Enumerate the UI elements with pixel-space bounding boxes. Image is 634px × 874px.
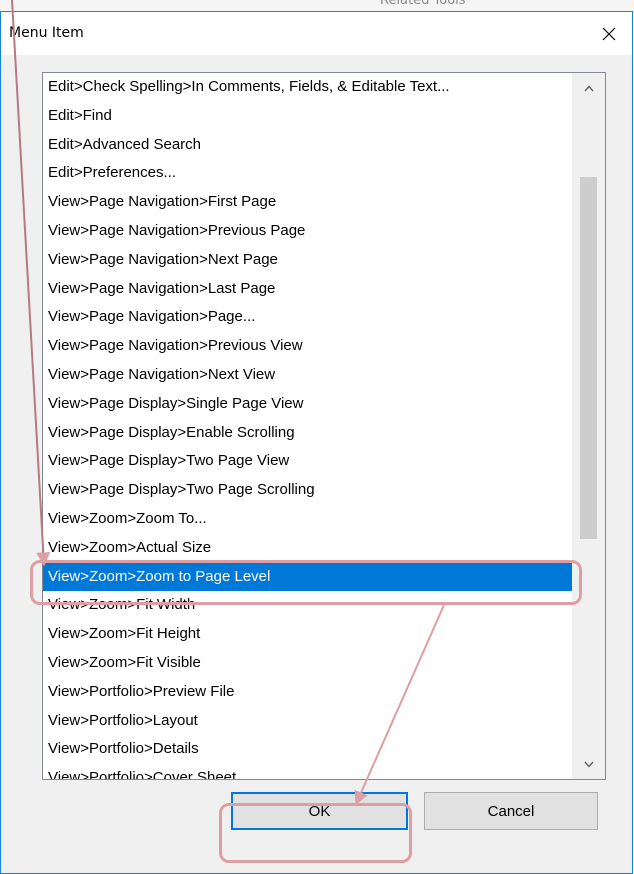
list-item[interactable]: View>Portfolio>Preview File: [43, 678, 573, 707]
list-item[interactable]: View>Page Navigation>Next View: [43, 361, 573, 390]
list-item[interactable]: View>Portfolio>Cover Sheet: [43, 764, 573, 779]
list-item[interactable]: View>Page Navigation>Previous View: [43, 332, 573, 361]
close-icon: [602, 27, 616, 40]
scroll-up-button[interactable]: [572, 73, 605, 103]
list-item[interactable]: View>Portfolio>Layout: [43, 707, 573, 736]
list-item[interactable]: View>Zoom>Fit Height: [43, 620, 573, 649]
list-item[interactable]: View>Page Navigation>Next Page: [43, 246, 573, 275]
list-item[interactable]: Edit>Preferences...: [43, 159, 573, 188]
menu-item-list: Edit>Check Spelling>In Comments, Fields,…: [43, 73, 573, 779]
list-item[interactable]: View>Page Display>Single Page View: [43, 390, 573, 419]
annotation-highlight-selected-item: [30, 560, 582, 605]
dialog-title: Menu Item: [9, 25, 84, 41]
list-item[interactable]: Edit>Find: [43, 102, 573, 131]
vertical-scrollbar[interactable]: [572, 73, 605, 779]
cancel-button[interactable]: Cancel: [424, 792, 598, 830]
scroll-down-button[interactable]: [572, 749, 605, 779]
list-item[interactable]: View>Page Display>Two Page Scrolling: [43, 476, 573, 505]
dialog-titlebar: Menu Item: [1, 12, 632, 55]
close-button[interactable]: [586, 12, 632, 55]
list-item[interactable]: Edit>Check Spelling>In Comments, Fields,…: [43, 73, 573, 102]
list-item[interactable]: View>Portfolio>Details: [43, 735, 573, 764]
list-item[interactable]: View>Zoom>Actual Size: [43, 534, 573, 563]
list-item[interactable]: View>Page Display>Two Page View: [43, 447, 573, 476]
list-item[interactable]: View>Page Navigation>First Page: [43, 188, 573, 217]
list-item[interactable]: View>Page Navigation>Last Page: [43, 275, 573, 304]
list-item[interactable]: View>Zoom>Zoom To...: [43, 505, 573, 534]
background-window-text: Related Tools: [380, 0, 466, 8]
scroll-thumb[interactable]: [580, 177, 597, 539]
chevron-down-icon: [583, 761, 594, 768]
chevron-up-icon: [583, 84, 594, 91]
list-item[interactable]: View>Page Display>Enable Scrolling: [43, 419, 573, 448]
list-item[interactable]: View>Page Navigation>Previous Page: [43, 217, 573, 246]
list-item[interactable]: View>Zoom>Fit Visible: [43, 649, 573, 678]
list-item[interactable]: Edit>Advanced Search: [43, 131, 573, 160]
list-item[interactable]: View>Page Navigation>Page...: [43, 303, 573, 332]
annotation-highlight-ok-button: [219, 803, 412, 863]
menu-item-listbox[interactable]: Edit>Check Spelling>In Comments, Fields,…: [42, 72, 606, 780]
